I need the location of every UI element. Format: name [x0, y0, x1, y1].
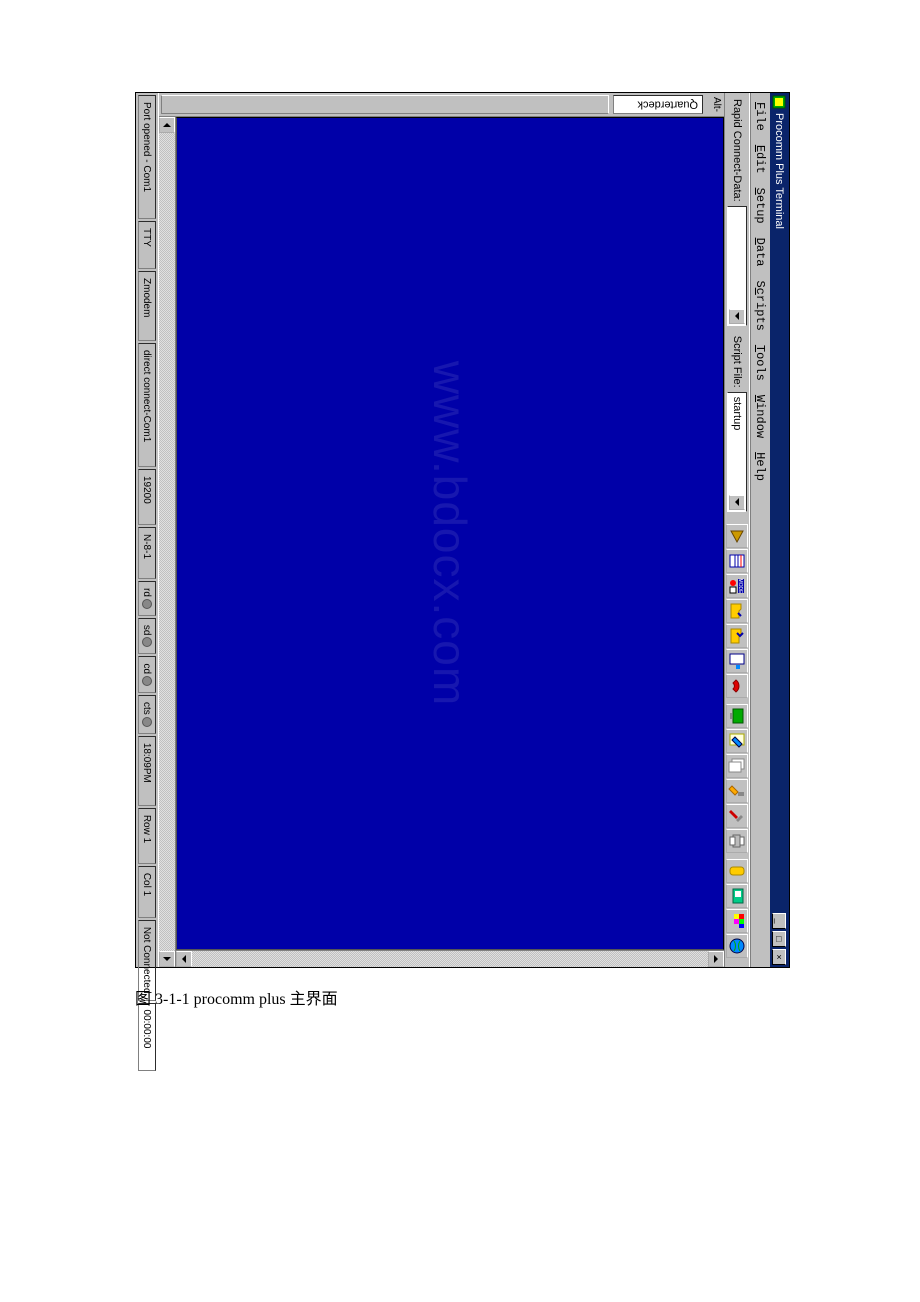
side-slider[interactable]	[161, 95, 609, 114]
scroll-down-button[interactable]	[176, 951, 192, 967]
script-file-value: startup	[731, 397, 743, 431]
script-file-combo[interactable]: startup	[727, 392, 747, 512]
edit-button[interactable]	[726, 729, 748, 753]
maximize-button[interactable]: □	[773, 931, 787, 947]
document-page: Procomm Plus Terminal _ □ × File Edit Se…	[0, 0, 920, 1302]
status-col: Col 1	[138, 866, 156, 918]
globe-button[interactable]	[726, 934, 748, 958]
menu-data[interactable]: Data	[753, 231, 769, 274]
hangup-button[interactable]	[726, 674, 748, 698]
scroll-left-button[interactable]	[159, 117, 175, 133]
rapid-connect-combo[interactable]	[727, 206, 747, 326]
host-label[interactable]: Quarterdeck	[613, 95, 703, 114]
chevron-down-icon[interactable]	[729, 495, 745, 510]
status-connection[interactable]: direct connect-Com1	[138, 343, 156, 467]
horizontal-scrollbar[interactable]	[159, 117, 176, 967]
script-file-label: Script File:	[731, 336, 743, 388]
scroll-right-button[interactable]	[159, 951, 175, 967]
phonebook-button[interactable]	[726, 549, 748, 573]
menu-setup[interactable]: Setup	[753, 181, 769, 231]
menu-edit[interactable]: Edit	[753, 138, 769, 181]
monitor-button[interactable]	[726, 704, 748, 728]
status-row: Row 1	[138, 808, 156, 864]
menu-tools[interactable]: Tools	[753, 338, 769, 388]
terminal-screen[interactable]: www.bdocx.com	[176, 117, 724, 950]
figure-caption: 图 3-1-1 procomm plus 主界面	[135, 985, 338, 1009]
main-area: Alt- Quarterdeck www.bdocx.com	[159, 93, 724, 967]
menu-window[interactable]: Window	[753, 388, 769, 445]
open-folder-button[interactable]	[726, 599, 748, 623]
status-duration: 00:00:00	[138, 1003, 156, 1071]
svg-text:MODE: MODE	[737, 578, 743, 594]
palette-button[interactable]	[726, 909, 748, 933]
copy-button[interactable]	[726, 754, 748, 778]
mode-button[interactable]: MODE	[726, 574, 748, 598]
run-script-button[interactable]	[726, 524, 748, 548]
screenshot-container: Procomm Plus Terminal _ □ × File Edit Se…	[135, 92, 790, 968]
status-framing[interactable]: N-8-1	[138, 527, 156, 579]
status-sd: sd	[138, 618, 156, 655]
close-button[interactable]: ×	[773, 949, 787, 965]
watermark-text: www.bdocx.com	[423, 361, 477, 706]
scroll-track[interactable]	[192, 951, 708, 967]
status-port: Port opened - Com1	[138, 95, 156, 219]
screen-button[interactable]	[726, 884, 748, 908]
toolbar: Rapid Connect-Data: Script File: startup…	[724, 93, 750, 967]
status-protocol[interactable]: Zmodem	[138, 271, 156, 341]
capture-button[interactable]	[726, 859, 748, 883]
menubar: File Edit Setup Data Scripts Tools Windo…	[750, 93, 770, 967]
alt-label: Alt-	[711, 97, 722, 112]
status-baud[interactable]: 19200	[138, 469, 156, 525]
status-time: 18:09PM	[138, 736, 156, 806]
procomm-app-window: Procomm Plus Terminal _ □ × File Edit Se…	[0, 92, 790, 747]
chevron-down-icon[interactable]	[729, 309, 745, 324]
status-emulation[interactable]: TTY	[138, 221, 156, 269]
scroll-track[interactable]	[159, 133, 175, 951]
keypad-button[interactable]	[726, 649, 748, 673]
menu-help[interactable]: Help	[753, 445, 769, 488]
minimize-button[interactable]: _	[773, 913, 787, 929]
led-icon	[142, 676, 152, 686]
status-rd: rd	[138, 581, 156, 616]
window-title: Procomm Plus Terminal	[774, 113, 786, 913]
side-panel: Alt- Quarterdeck	[159, 93, 724, 117]
vertical-scrollbar[interactable]	[176, 950, 724, 967]
menu-file[interactable]: File	[753, 95, 769, 138]
led-icon	[142, 717, 152, 727]
print-button[interactable]	[726, 829, 748, 853]
scroll-up-button[interactable]	[708, 951, 724, 967]
status-cd: cd	[138, 656, 156, 693]
status-bar: Port opened - Com1 TTY Zmodem direct con…	[136, 93, 159, 967]
led-icon	[142, 599, 152, 609]
tools-button[interactable]	[726, 804, 748, 828]
paint-button[interactable]	[726, 779, 748, 803]
status-cts: cts	[138, 695, 156, 734]
titlebar: Procomm Plus Terminal _ □ ×	[770, 93, 789, 967]
folder-transfer-button[interactable]	[726, 624, 748, 648]
led-icon	[142, 637, 152, 647]
app-icon	[773, 95, 787, 109]
rapid-connect-label: Rapid Connect-Data:	[731, 99, 743, 202]
menu-scripts[interactable]: Scripts	[753, 273, 769, 337]
